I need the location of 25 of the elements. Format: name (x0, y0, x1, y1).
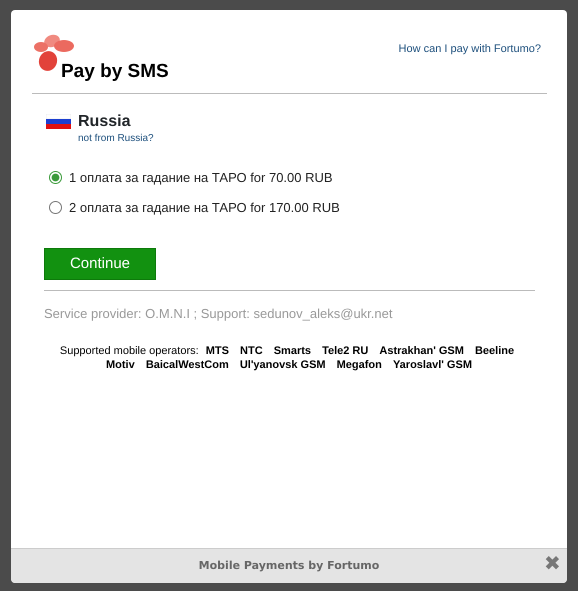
operator-name: NTC (240, 344, 263, 357)
operator-name: BaicalWestCom (146, 358, 229, 371)
provider-info: Service provider: O.M.N.I ; Support: sedunov_aleks@ukr.net (44, 305, 394, 324)
country-name: Russia (78, 113, 132, 131)
operator-name: Ul'yanovsk GSM (240, 358, 326, 371)
operator-name: Tele2 RU (322, 344, 368, 357)
operator-name: Beeline (474, 344, 514, 357)
flag-icon (46, 114, 71, 129)
option-label[interactable]: 1 оплата за гадание на ТАРО for 70.00 RUB (69, 168, 333, 188)
option-label[interactable]: 2 оплата за гадание на ТАРО for 170.00 RUB (69, 198, 340, 218)
close-button[interactable]: ✖ (544, 554, 561, 574)
operator-name: MTS (206, 344, 229, 357)
option-radio[interactable] (49, 170, 62, 184)
operators-label: Supported mobile operators: (60, 344, 199, 357)
operator-name: Astrakhan' GSM (379, 344, 464, 357)
continue-button[interactable]: Continue (44, 248, 156, 280)
change-country-link[interactable]: not from Russia? (78, 130, 154, 146)
help-link[interactable]: How can I pay with Fortumo? (398, 41, 541, 58)
operator-name: Megafon (336, 358, 382, 371)
operator-name: Smarts (274, 344, 311, 357)
dialog-title: Pay by SMS (60, 62, 169, 81)
footer-text: Mobile Payments by Fortumo (198, 558, 380, 574)
operator-name: Motiv (106, 358, 135, 371)
option-radio[interactable] (49, 201, 62, 214)
operator-name: Yaroslavl' GSM (392, 358, 472, 371)
